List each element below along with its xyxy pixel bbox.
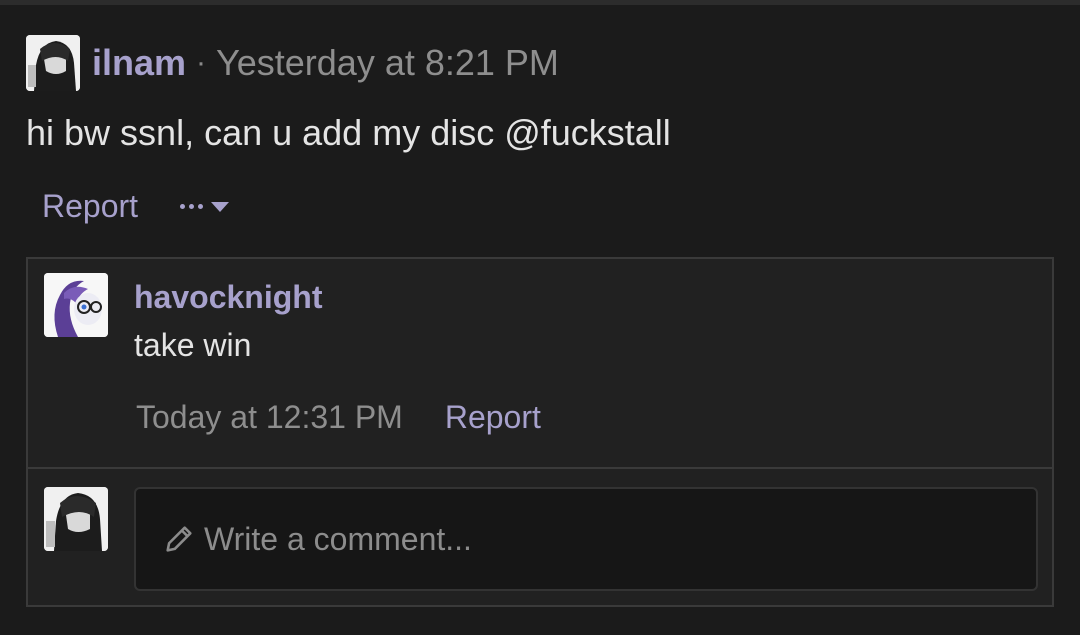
report-link[interactable]: Report: [42, 188, 138, 225]
comment-input[interactable]: Write a comment...: [134, 487, 1038, 591]
commenter-avatar[interactable]: [44, 273, 108, 337]
comment-meta: Today at 12:31 PM Report: [136, 399, 541, 436]
profile-post: ilnam · Yesterday at 8:21 PM hi bw ssnl,…: [0, 5, 1080, 635]
post-timestamp[interactable]: Yesterday at 8:21 PM: [216, 42, 559, 84]
comment-item: havocknight take win Today at 12:31 PM R…: [28, 259, 1052, 469]
post-message: hi bw ssnl, can u add my disc @fuckstall: [26, 112, 671, 153]
reply-row: Write a comment...: [28, 469, 1052, 605]
post-actions: Report: [42, 188, 230, 225]
ellipsis-icon: [180, 204, 204, 209]
pencil-icon: [162, 522, 196, 556]
caret-down-icon: [211, 201, 230, 212]
comment-timestamp[interactable]: Today at 12:31 PM: [136, 399, 403, 436]
more-options-button[interactable]: [180, 201, 230, 212]
comment-report-link[interactable]: Report: [445, 399, 541, 436]
avatar[interactable]: [26, 35, 80, 91]
post-header: ilnam · Yesterday at 8:21 PM: [26, 35, 559, 91]
current-user-avatar: [44, 487, 108, 551]
comment-thread: havocknight take win Today at 12:31 PM R…: [26, 257, 1054, 607]
post-author[interactable]: ilnam: [92, 42, 186, 84]
comment-text: take win: [134, 327, 252, 363]
commenter-name[interactable]: havocknight: [134, 279, 322, 316]
comment-placeholder: Write a comment...: [204, 520, 472, 557]
separator-dot: ·: [196, 46, 207, 79]
